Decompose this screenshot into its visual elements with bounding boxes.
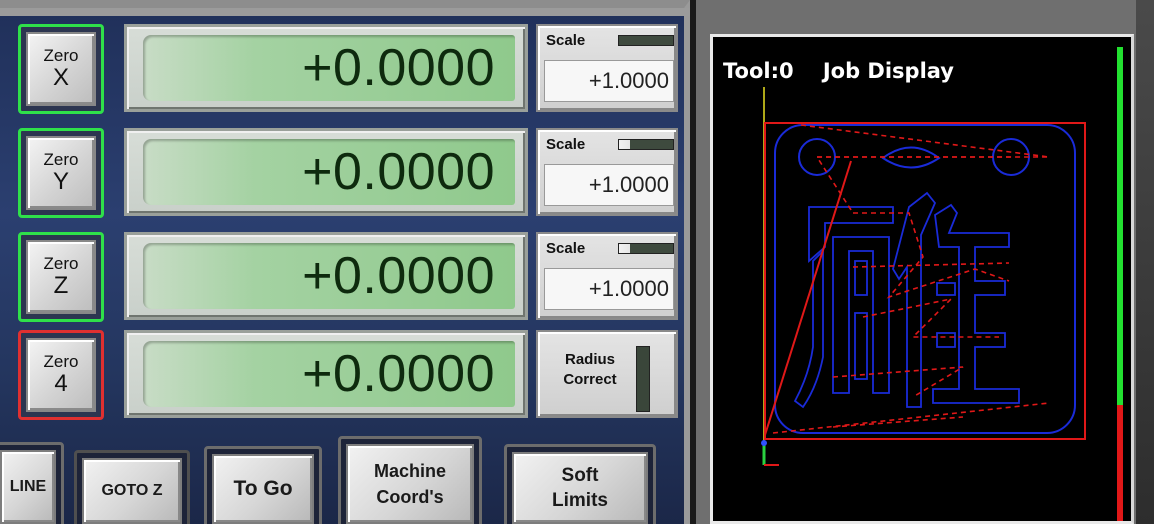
outline-path [774,124,1076,434]
soft-label: Soft [561,465,599,486]
zero-4-button[interactable]: Zero 4 [18,330,104,420]
axis-row-x: Zero X +0.0000 Scale +1.0000 [0,24,690,124]
line-button[interactable]: LINE [0,442,64,524]
line-button-label: LINE [0,450,56,524]
zero-label: Zero [43,46,79,65]
machine-label: Machine [373,461,447,481]
dro-x-value: +0.0000 [143,35,515,101]
scale-z-input[interactable]: +1.0000 [544,268,674,310]
dro-x[interactable]: +0.0000 [124,24,528,112]
scale-x: Scale +1.0000 [536,24,678,112]
dro-panel: Zero X +0.0000 Scale +1.0000 Zero Y +0.0… [0,0,690,524]
origin-dot [761,440,767,446]
scale-led[interactable] [618,139,674,150]
machine-coords-button[interactable]: Machine Coord's [338,436,482,524]
axis-row-y: Zero Y +0.0000 Scale +1.0000 [0,128,690,228]
soft-limits-button[interactable]: Soft Limits [504,444,656,524]
to-go-button[interactable]: To Go [204,446,322,524]
scale-x-input[interactable]: +1.0000 [544,60,674,102]
job-display[interactable]: Tool:0 Job Display [710,34,1134,524]
correct-label: Correct [563,371,617,388]
scale-led[interactable] [618,243,674,254]
scale-label: Scale [546,32,586,49]
scale-y-input[interactable]: +1.0000 [544,164,674,206]
goto-z-button[interactable]: GOTO Z [74,450,190,524]
dro-z-value: +0.0000 [143,243,515,309]
scale-label: Scale [546,240,586,257]
zero-x-button[interactable]: Zero X [18,24,104,114]
z-range-bar-red [1117,405,1123,521]
radius-led [636,346,650,412]
scale-z: Scale +1.0000 [536,232,678,320]
top-strip [0,8,690,16]
right-edge [1136,0,1154,524]
axis-row-4: Zero 4 +0.0000 Radius Correct [0,330,690,430]
dro-y[interactable]: +0.0000 [124,128,528,216]
glyph-path [793,191,1020,409]
function-button-row: LINE GOTO Z To Go Machine Coord's Soft L… [0,436,690,524]
limits-label: Limits [552,490,608,511]
axis-letter: X [52,64,69,91]
scale-led[interactable] [618,35,674,46]
z-range-bar-green [1117,47,1123,405]
zero-y-button[interactable]: Zero Y [18,128,104,218]
dro-y-value: +0.0000 [143,139,515,205]
dro-z[interactable]: +0.0000 [124,232,528,320]
job-display-panel: Tool:0 Job Display [696,0,1154,524]
zero-z-button[interactable]: Zero Z [18,232,104,322]
radius-correct-button[interactable]: Radius Correct [536,330,678,418]
coords-label: Coord's [376,487,444,507]
zero-label: Zero [43,254,79,273]
axis-letter: Y [52,168,69,195]
scale-label: Scale [546,136,586,153]
dro-4-value: +0.0000 [143,341,515,407]
radius-label: Radius [564,351,615,368]
axis-letter: Z [53,272,69,299]
axis-row-z: Zero Z +0.0000 Scale +1.0000 [0,232,690,332]
goto-z-button-label: GOTO Z [82,458,182,524]
zero-label: Zero [43,352,79,371]
dro-4[interactable]: +0.0000 [124,330,528,418]
toolpath-view [761,47,1123,521]
axis-letter: 4 [54,370,68,397]
zero-label: Zero [43,150,79,169]
scale-y: Scale +1.0000 [536,128,678,216]
to-go-button-label: To Go [212,454,314,524]
